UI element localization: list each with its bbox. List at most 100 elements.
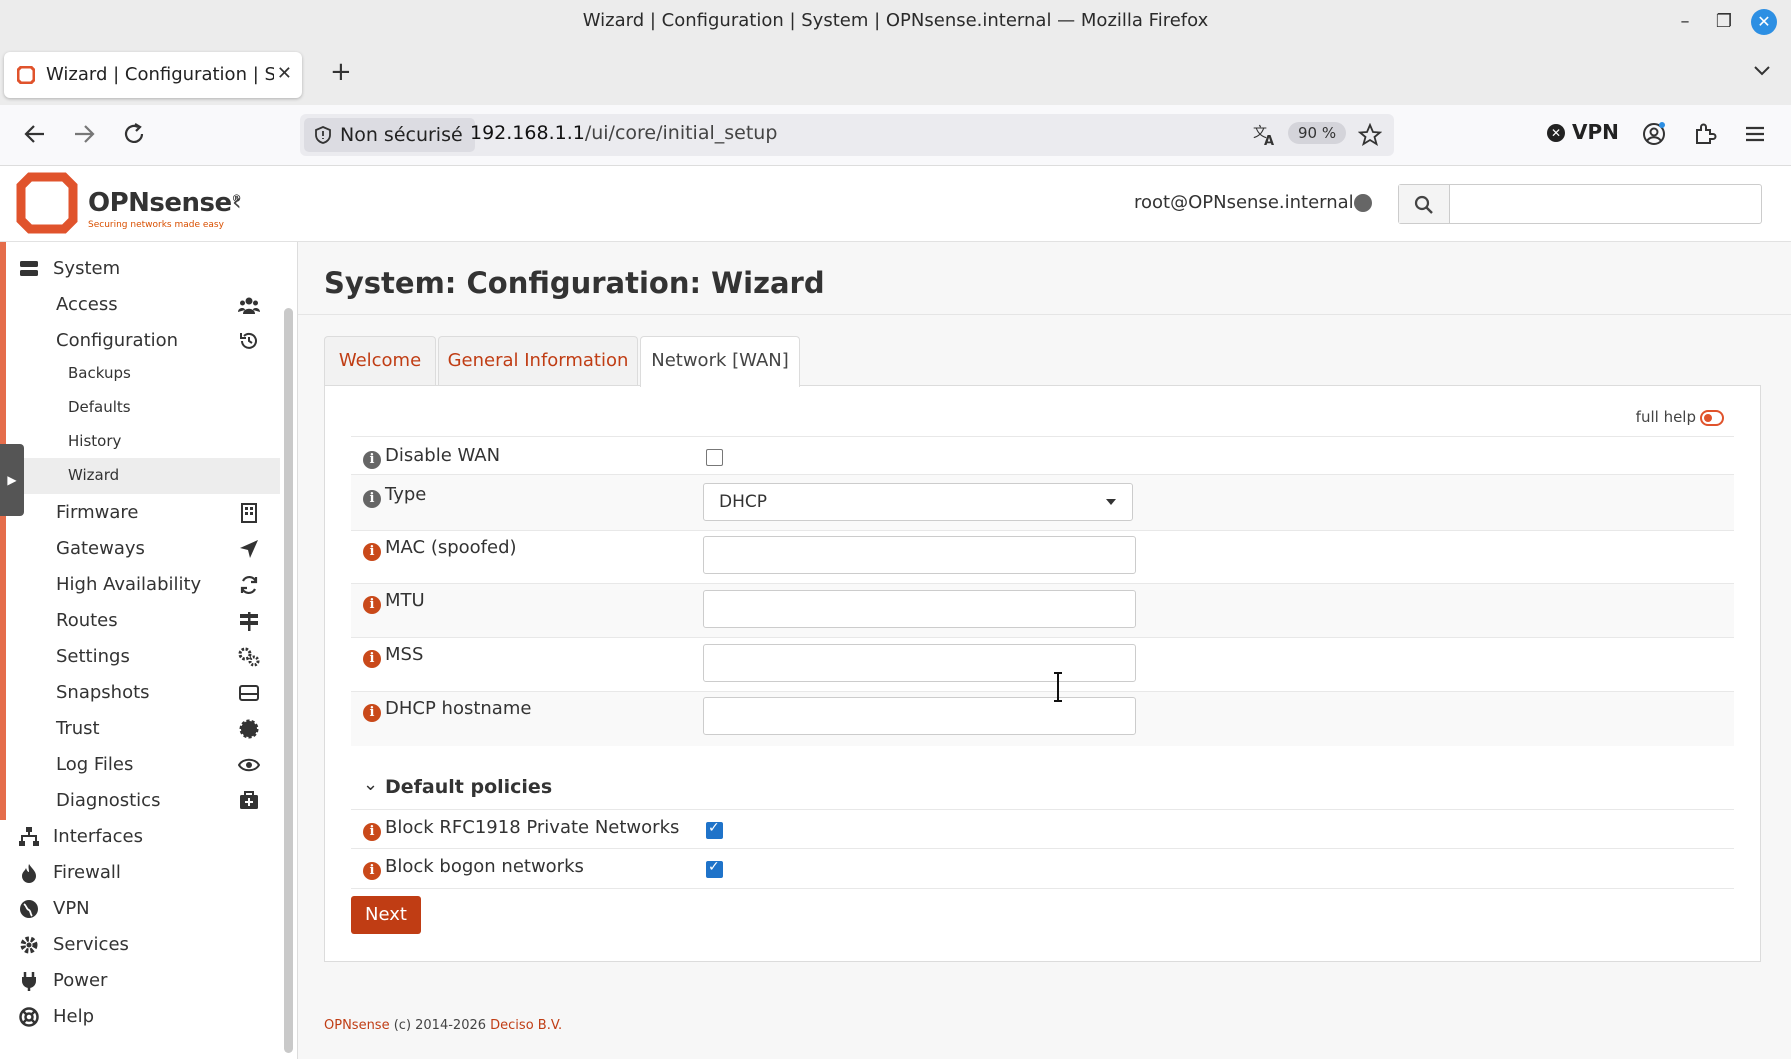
tab-general-information[interactable]: General Information bbox=[438, 336, 638, 385]
sidebar-item-label: Defaults bbox=[68, 398, 131, 416]
info-icon[interactable]: i bbox=[363, 650, 381, 668]
zoom-level-button[interactable]: 90 % bbox=[1288, 122, 1347, 144]
eye-icon bbox=[238, 758, 260, 772]
menu-icon[interactable] bbox=[1742, 121, 1768, 147]
reload-icon[interactable] bbox=[121, 121, 147, 147]
field-label-mtu: i MTU bbox=[363, 590, 425, 614]
sidebar-item-diagnostics[interactable]: Diagnostics bbox=[8, 782, 280, 818]
info-icon[interactable]: i bbox=[363, 862, 381, 880]
sidebar-item-access[interactable]: Access bbox=[8, 286, 280, 322]
tab-strip: Wizard | Configuration | System ✕ + bbox=[0, 43, 1791, 105]
window-title: Wizard | Configuration | System | OPNsen… bbox=[582, 10, 1209, 31]
server-icon bbox=[20, 261, 38, 276]
form-row-dhcp-hostname: i DHCP hostname bbox=[351, 691, 1734, 746]
next-button[interactable]: Next bbox=[351, 896, 421, 934]
sidebar-item-firmware[interactable]: Firmware bbox=[8, 494, 280, 530]
sidebar-item-wizard[interactable]: Wizard bbox=[8, 458, 280, 494]
sidebar-item-backups[interactable]: Backups bbox=[8, 356, 280, 392]
search-icon bbox=[1414, 195, 1433, 214]
sidebar-scrollbar[interactable] bbox=[284, 308, 293, 1053]
sidebar-item-firewall[interactable]: Firewall bbox=[8, 854, 280, 890]
section-default-policies[interactable]: Default policies bbox=[385, 776, 552, 798]
close-window-button[interactable]: ✕ bbox=[1751, 9, 1777, 35]
plug-icon bbox=[22, 972, 36, 991]
chevron-down-icon[interactable]: ⌄ bbox=[363, 774, 378, 795]
sidebar-item-routes[interactable]: Routes bbox=[8, 602, 280, 638]
sidebar-item-help[interactable]: Help bbox=[8, 998, 280, 1034]
tab-welcome[interactable]: Welcome bbox=[324, 336, 436, 385]
mtu-input[interactable] bbox=[703, 590, 1136, 628]
sidebar-item-history[interactable]: History bbox=[8, 424, 280, 460]
sidebar-item-vpn[interactable]: VPN bbox=[8, 890, 280, 926]
sidebar-item-label: System bbox=[53, 258, 121, 279]
sidebar-item-defaults[interactable]: Defaults bbox=[8, 390, 280, 426]
url-bar[interactable]: Non sécurisé 192.168.1.1/ui/core/initial… bbox=[300, 114, 1394, 156]
footer-company-link[interactable]: Deciso B.V. bbox=[490, 1018, 562, 1033]
form-row-mtu: i MTU bbox=[351, 583, 1734, 638]
collapse-sidebar-button[interactable]: ‹ bbox=[232, 188, 242, 216]
sidebar-item-label: Routes bbox=[56, 610, 118, 631]
close-tab-icon[interactable]: ✕ bbox=[277, 63, 292, 84]
info-icon[interactable]: i bbox=[363, 704, 381, 722]
sidebar-item-interfaces[interactable]: Interfaces bbox=[8, 818, 280, 854]
disable-wan-checkbox[interactable] bbox=[706, 449, 723, 466]
bookmark-star-icon[interactable] bbox=[1358, 123, 1382, 147]
dhcp-hostname-input[interactable] bbox=[703, 697, 1136, 735]
full-help-toggle[interactable]: full help bbox=[1636, 408, 1724, 426]
sidebar-item-label: Diagnostics bbox=[56, 790, 161, 811]
sidebar-item-label: Help bbox=[53, 1006, 95, 1027]
tab-network-wan[interactable]: Network [WAN] bbox=[640, 336, 800, 387]
vpn-label: VPN bbox=[1571, 120, 1619, 144]
mac-input[interactable] bbox=[703, 536, 1136, 574]
form-row-mac: i MAC (spoofed) bbox=[351, 530, 1734, 584]
forward-icon[interactable] bbox=[71, 121, 97, 147]
block-bogon-checkbox[interactable] bbox=[706, 859, 723, 878]
block-rfc1918-checkbox[interactable] bbox=[706, 820, 723, 839]
status-indicator[interactable] bbox=[1354, 194, 1372, 212]
sidebar-item-trust[interactable]: Trust bbox=[8, 710, 280, 746]
sidebar-item-settings[interactable]: Settings bbox=[8, 638, 280, 674]
info-icon[interactable]: i bbox=[363, 490, 381, 508]
type-select[interactable]: DHCP bbox=[703, 483, 1133, 521]
toggle-icon bbox=[1700, 409, 1724, 426]
sidebar-item-system[interactable]: System bbox=[8, 250, 280, 286]
translate-icon[interactable]: 文 A bbox=[1252, 123, 1278, 147]
form-row-type: i Type DHCP bbox=[351, 474, 1734, 531]
url-text[interactable]: 192.168.1.1/ui/core/initial_setup bbox=[470, 122, 777, 144]
info-icon[interactable]: i bbox=[363, 596, 381, 614]
back-icon[interactable] bbox=[22, 121, 48, 147]
building-icon bbox=[241, 503, 257, 523]
mss-input[interactable] bbox=[703, 644, 1136, 682]
search-button[interactable] bbox=[1399, 185, 1450, 223]
browser-tab-wizard[interactable]: Wizard | Configuration | System ✕ bbox=[4, 52, 302, 98]
sidebar-item-snapshots[interactable]: Snapshots bbox=[8, 674, 280, 710]
new-tab-button[interactable]: + bbox=[330, 57, 352, 87]
footer-brand-link[interactable]: OPNsense bbox=[324, 1018, 390, 1033]
maximize-button[interactable]: ❐ bbox=[1711, 9, 1737, 35]
sidebar-item-services[interactable]: Services bbox=[8, 926, 280, 962]
sidebar-item-configuration[interactable]: Configuration bbox=[8, 322, 280, 358]
extensions-icon[interactable] bbox=[1692, 121, 1718, 147]
sidebar-item-high-availability[interactable]: High Availability bbox=[8, 566, 280, 602]
minimize-button[interactable]: – bbox=[1672, 9, 1698, 35]
sidebar-item-power[interactable]: Power bbox=[8, 962, 280, 998]
security-indicator[interactable]: Non sécurisé bbox=[304, 118, 475, 152]
expand-panel-handle[interactable]: ▶ bbox=[0, 444, 24, 516]
field-label-mac: i MAC (spoofed) bbox=[363, 537, 517, 561]
info-icon[interactable]: i bbox=[363, 823, 381, 841]
info-icon[interactable]: i bbox=[363, 451, 381, 469]
svg-text:A: A bbox=[1264, 134, 1274, 147]
search-field[interactable] bbox=[1398, 184, 1762, 224]
security-label: Non sécurisé bbox=[340, 124, 463, 146]
form-row-block-rfc1918: i Block RFC1918 Private Networks bbox=[351, 809, 1734, 849]
account-icon[interactable] bbox=[1641, 121, 1667, 147]
text-cursor-icon bbox=[1054, 672, 1062, 702]
info-icon[interactable]: i bbox=[363, 543, 381, 561]
opnsense-logo[interactable]: OPNsense® Securing networks made easy bbox=[16, 172, 242, 238]
sidebar-item-gateways[interactable]: Gateways bbox=[8, 530, 280, 566]
vpn-button[interactable]: ✕ VPN bbox=[1547, 120, 1619, 144]
sidebar-item-log-files[interactable]: Log Files bbox=[8, 746, 280, 782]
window-titlebar: Wizard | Configuration | System | OPNsen… bbox=[0, 0, 1791, 43]
list-all-tabs-icon[interactable] bbox=[1753, 61, 1771, 79]
sidebar: System Access Configuration Backups Defa… bbox=[0, 242, 298, 1059]
